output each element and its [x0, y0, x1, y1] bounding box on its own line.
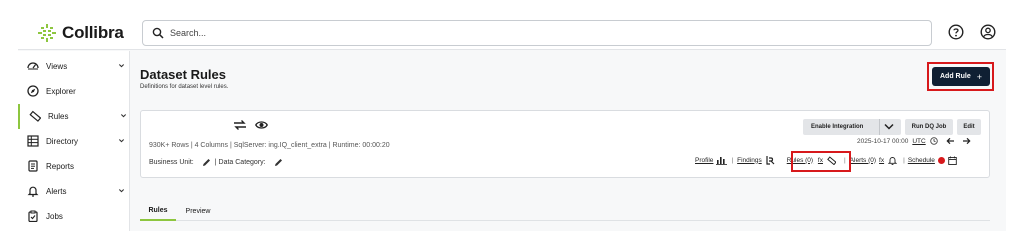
- calendar-icon[interactable]: [948, 156, 957, 165]
- link-separator: |: [731, 156, 734, 164]
- link-separator: |: [903, 156, 905, 164]
- chevron-down-icon: [118, 189, 125, 193]
- sidebar-item-label: Alerts: [46, 187, 67, 196]
- sidebar-item-views[interactable]: Views: [18, 54, 130, 79]
- business-unit-row: Business Unit: | Data Category:: [149, 158, 283, 167]
- edit-button[interactable]: Edit: [957, 119, 981, 135]
- schedule-link[interactable]: Schedule: [908, 157, 935, 164]
- directory-icon: [27, 135, 39, 147]
- top-bar: Collibra: [18, 15, 1006, 50]
- business-unit-label: Business Unit:: [149, 159, 194, 166]
- dataset-card: 930K+ Rows | 4 Columns | SqlServer: ing.…: [140, 110, 990, 178]
- sidebar-item-alerts[interactable]: Alerts: [18, 179, 130, 204]
- sidebar-item-reports[interactable]: Reports: [18, 154, 130, 179]
- run-date-line: 2025-10-17 00:00 UTC: [857, 137, 971, 145]
- clock-icon: [929, 137, 938, 145]
- sidebar-item-label: Explorer: [46, 87, 76, 96]
- sidebar-item-jobs[interactable]: Jobs: [18, 204, 130, 229]
- views-icon: [27, 62, 39, 70]
- sidebar-item-explorer[interactable]: Explorer: [18, 79, 130, 104]
- alerts-link[interactable]: Alerts (0): [850, 157, 876, 164]
- bar-chart-icon: [716, 157, 728, 165]
- arrow-left-icon[interactable]: [946, 137, 955, 145]
- dataset-header-icons: [233, 119, 268, 131]
- compass-icon: [27, 85, 39, 97]
- ruler-icon: [29, 110, 41, 122]
- collibra-logo-icon: [38, 24, 56, 42]
- sidebar-item-label: Views: [46, 62, 68, 71]
- findings-link[interactable]: Findings: [737, 157, 762, 164]
- enable-integration-label: Enable Integration: [811, 124, 864, 130]
- findings-icon: [766, 156, 775, 165]
- enable-integration-button[interactable]: Enable Integration: [803, 119, 901, 135]
- pencil-icon[interactable]: [202, 158, 211, 167]
- eye-icon[interactable]: [255, 120, 268, 130]
- swap-arrows-icon[interactable]: [233, 119, 247, 131]
- highlight-box-rules-link: [791, 151, 851, 172]
- chevron-down-icon: [118, 64, 125, 68]
- sidebar-item-label: Directory: [46, 137, 79, 146]
- search-input[interactable]: [170, 28, 870, 38]
- data-category-label: | Data Category:: [214, 159, 266, 166]
- app-window: Collibra Views: [18, 15, 1006, 231]
- tab-bar: Rules Preview: [140, 201, 990, 221]
- sidebar-item-label: Jobs: [46, 212, 63, 221]
- sidebar-item-label: Rules: [48, 112, 69, 121]
- search-icon: [152, 27, 164, 39]
- sidebar: Views Explorer Rules Directory Reports A…: [18, 51, 130, 231]
- chevron-down-icon: [120, 114, 127, 118]
- page-subtitle: Definitions for dataset level rules.: [140, 84, 229, 90]
- sidebar-item-rules[interactable]: Rules: [18, 104, 130, 129]
- help-icon[interactable]: [948, 24, 964, 40]
- brand-name: Collibra: [62, 23, 124, 42]
- button-divider: [879, 119, 880, 135]
- bell-icon: [888, 156, 898, 165]
- report-icon: [28, 160, 38, 172]
- sidebar-item-label: Reports: [46, 162, 75, 171]
- collibra-logo[interactable]: Collibra: [38, 23, 124, 43]
- pencil-icon[interactable]: [274, 158, 283, 167]
- arrow-right-icon[interactable]: [962, 137, 971, 145]
- chevron-down-icon[interactable]: [884, 123, 894, 130]
- alerts-fx-link[interactable]: fx: [879, 157, 884, 164]
- page-title: Dataset Rules: [140, 67, 226, 82]
- tab-rules[interactable]: Rules: [140, 201, 176, 221]
- tab-preview[interactable]: Preview: [180, 201, 216, 221]
- run-date: 2025-10-17 00:00: [857, 137, 909, 145]
- dataset-meta: 930K+ Rows | 4 Columns | SqlServer: ing.…: [149, 142, 390, 149]
- schedule-status-dot: [937, 156, 945, 164]
- user-account-icon[interactable]: [980, 24, 996, 40]
- bell-icon: [27, 186, 39, 197]
- clipboard-icon: [28, 210, 38, 222]
- profile-link[interactable]: Profile: [695, 157, 713, 164]
- run-dq-job-button[interactable]: Run DQ Job: [905, 119, 953, 135]
- timezone-link[interactable]: UTC: [912, 138, 925, 145]
- sidebar-item-directory[interactable]: Directory: [18, 129, 130, 154]
- highlight-box-add-rule: [927, 62, 994, 91]
- search-bar[interactable]: [142, 20, 932, 46]
- chevron-down-icon: [118, 139, 125, 143]
- dataset-name-redacted: [149, 118, 225, 132]
